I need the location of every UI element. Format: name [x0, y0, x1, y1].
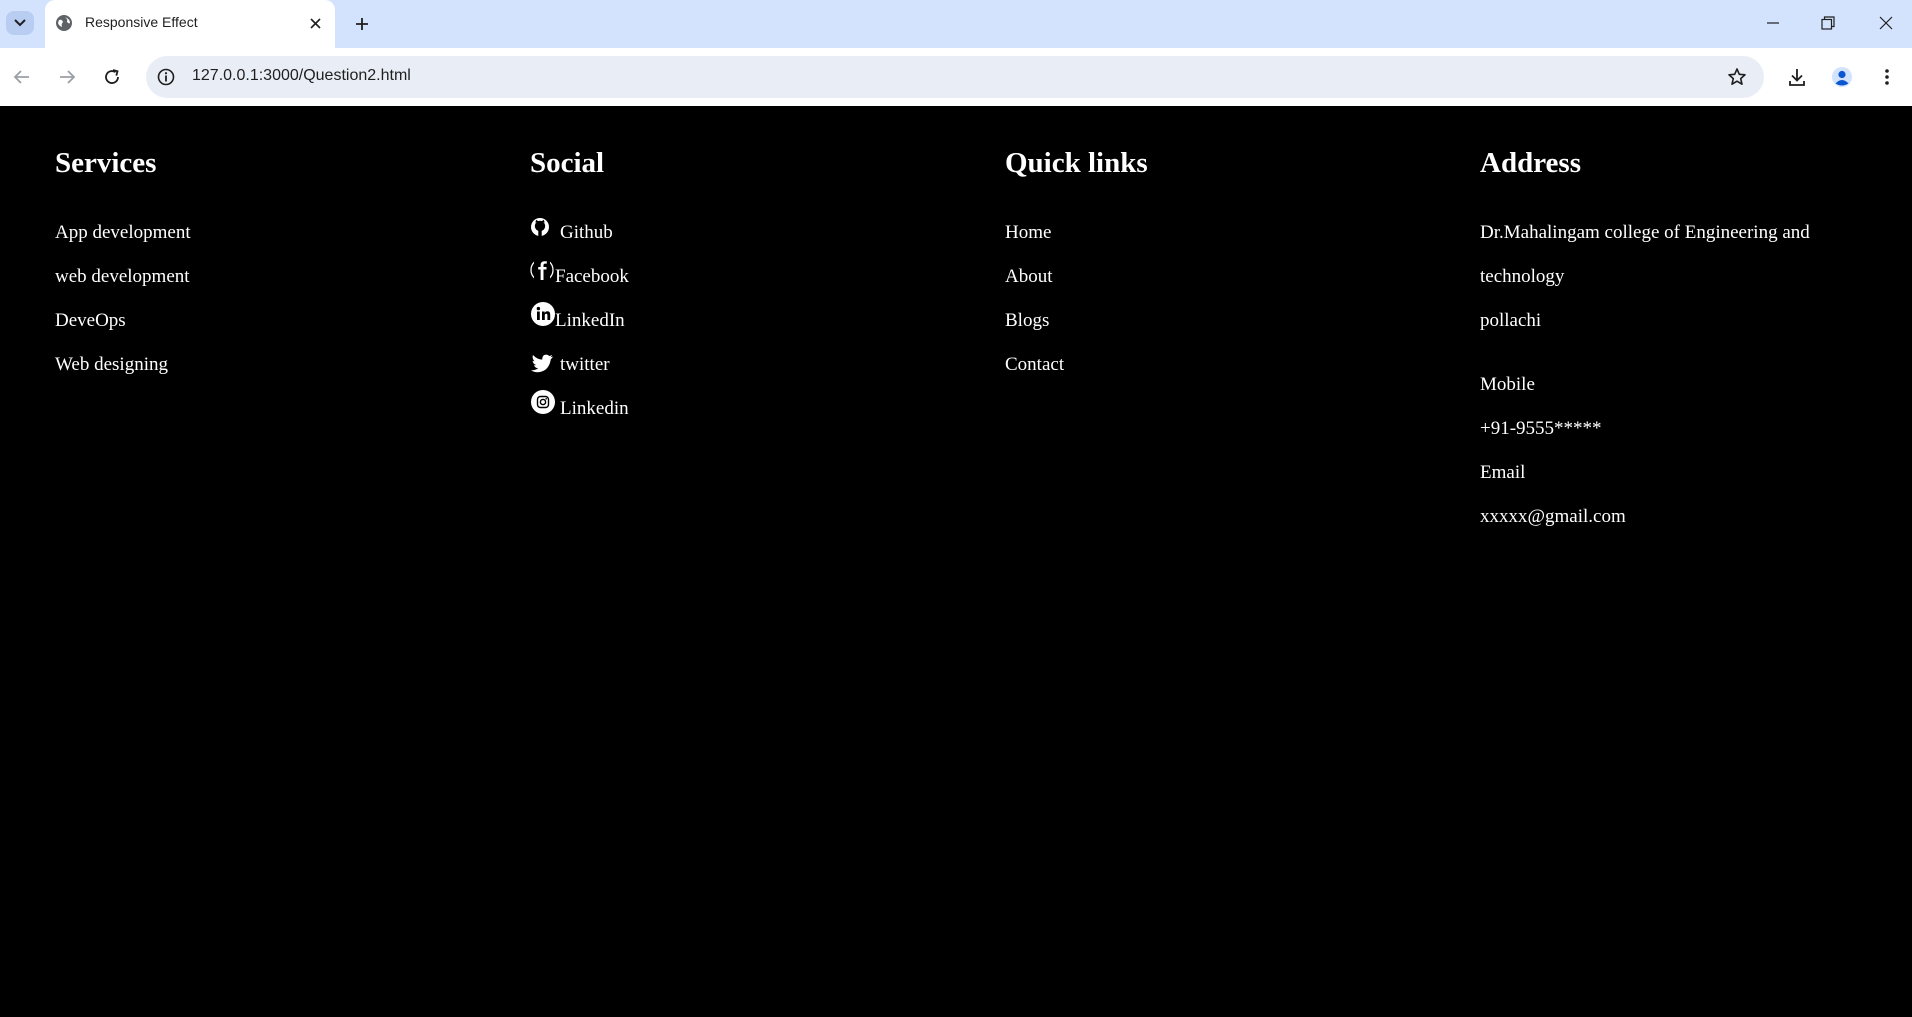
address-line: Dr.Mahalingam college of Engineering and — [1480, 222, 1810, 243]
address-heading: Address — [1480, 147, 1581, 179]
minimize-icon — [1767, 22, 1779, 24]
tab-title: Responsive Effect — [85, 14, 198, 30]
close-window-button[interactable] — [1871, 10, 1901, 36]
address-city: pollachi — [1480, 310, 1542, 331]
url-text: 127.0.0.1:3000/Question2.html — [192, 67, 411, 84]
globe-icon — [56, 15, 72, 31]
social-heading: Social — [530, 147, 605, 179]
chevron-down-icon — [14, 19, 26, 27]
arrow-left-icon — [13, 70, 29, 84]
active-tab[interactable]: Responsive Effect — [45, 0, 335, 48]
github-icon — [531, 218, 549, 236]
arrow-right-icon — [60, 70, 76, 84]
mobile-label: Mobile — [1480, 374, 1535, 395]
social-link-instagram[interactable]: Linkedin — [560, 397, 629, 421]
close-icon — [309, 17, 321, 29]
quick-link-contact[interactable]: Contact — [1005, 353, 1064, 377]
instagram-icon — [531, 390, 555, 414]
tab-strip: Responsive Effect — [0, 0, 1912, 48]
download-icon — [1789, 69, 1805, 86]
social-link-twitter[interactable]: twitter — [560, 353, 610, 377]
site-info-button[interactable] — [156, 67, 176, 87]
reload-icon — [105, 69, 119, 84]
linkedin-icon — [531, 302, 555, 326]
avatar-icon — [1832, 67, 1852, 87]
info-icon — [157, 68, 175, 86]
bookmark-button[interactable] — [1726, 66, 1748, 88]
new-tab-button[interactable] — [349, 11, 375, 37]
address-line: technology — [1480, 266, 1565, 287]
services-item[interactable]: web development — [55, 265, 190, 289]
social-link-facebook[interactable]: Facebook — [555, 265, 629, 289]
restore-button[interactable] — [1813, 10, 1843, 36]
quick-links-heading: Quick links — [1005, 147, 1148, 179]
social-link-github[interactable]: Github — [560, 221, 613, 245]
quick-link-home[interactable]: Home — [1005, 221, 1051, 245]
services-item[interactable]: App development — [55, 221, 191, 245]
quick-link-about[interactable]: About — [1005, 265, 1053, 289]
tab-search-button[interactable] — [6, 11, 34, 35]
services-heading: Services — [55, 147, 157, 179]
forward-button[interactable] — [53, 63, 81, 91]
star-icon — [1728, 68, 1746, 85]
email-address: xxxxx@gmail.com — [1480, 506, 1626, 527]
facebook-icon — [530, 258, 554, 282]
browser-toolbar: 127.0.0.1:3000/Question2.html — [0, 48, 1912, 106]
back-button[interactable] — [8, 63, 36, 91]
address-bar[interactable]: 127.0.0.1:3000/Question2.html — [146, 56, 1764, 98]
more-vertical-icon — [1885, 69, 1889, 85]
footer: Services App development web development… — [0, 106, 1912, 1017]
plus-icon — [356, 18, 368, 30]
services-item[interactable]: DeveOps — [55, 309, 126, 333]
services-item[interactable]: Web designing — [55, 353, 168, 377]
reload-button[interactable] — [98, 63, 126, 91]
email-label: Email — [1480, 462, 1526, 483]
restore-icon — [1821, 16, 1835, 30]
mobile-number: +91-9555***** — [1480, 418, 1602, 439]
close-icon — [1879, 16, 1893, 30]
quick-link-blogs[interactable]: Blogs — [1005, 309, 1049, 333]
close-tab-button[interactable] — [305, 13, 325, 33]
downloads-button[interactable] — [1783, 63, 1811, 91]
social-link-linkedin[interactable]: LinkedIn — [555, 309, 625, 333]
menu-button[interactable] — [1873, 63, 1901, 91]
profile-button[interactable] — [1828, 63, 1856, 91]
twitter-icon — [531, 354, 553, 373]
minimize-button[interactable] — [1758, 10, 1788, 36]
